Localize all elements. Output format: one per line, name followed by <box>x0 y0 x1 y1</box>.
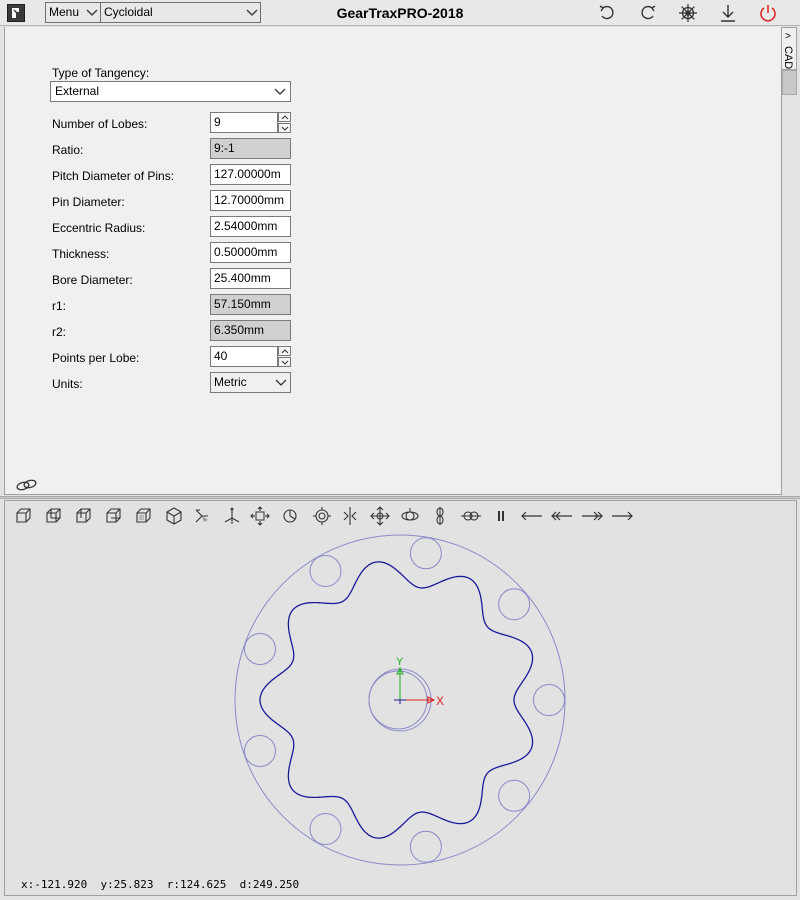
tangency-dropdown[interactable]: External <box>50 81 291 102</box>
link-icon[interactable] <box>460 506 481 526</box>
step-back-icon[interactable] <box>520 506 542 526</box>
points-per-lobe-stepper[interactable] <box>278 346 291 367</box>
cad-side-tab[interactable]: > CAD <box>782 27 797 70</box>
units-label: Units: <box>52 377 83 391</box>
stepper-up-icon[interactable] <box>278 346 291 356</box>
view-rotate-icon[interactable] <box>192 506 212 526</box>
step-forward-icon[interactable] <box>610 506 633 526</box>
pan-icon[interactable] <box>250 506 270 526</box>
mirror-icon[interactable] <box>340 506 360 526</box>
view-toolbar <box>14 506 644 528</box>
chevron-down-icon <box>274 88 286 95</box>
coord-y: y:25.823 <box>100 878 154 891</box>
r1-field: 57.150mm <box>210 294 291 315</box>
scrollbar-thumb[interactable] <box>782 70 797 95</box>
pin-circle <box>498 779 531 812</box>
r2-field: 6.350mm <box>210 320 291 341</box>
bore-diameter-input[interactable]: 25.400mm <box>210 268 291 289</box>
app-title: GearTraxPRO-2018 <box>336 5 464 21</box>
pin-circle <box>533 684 565 716</box>
menu-dropdown[interactable]: Menu <box>45 2 101 23</box>
r1-label: r1: <box>52 299 67 313</box>
spin-icon[interactable] <box>400 506 420 526</box>
pin-diameter-label: Pin Diameter: <box>52 195 125 209</box>
redo-icon[interactable] <box>638 3 658 23</box>
thickness-input[interactable]: 0.50000mm <box>210 242 291 263</box>
view-axes-icon[interactable] <box>222 506 242 526</box>
coordinate-readout: x:-121.920 y:25.823 r:124.625 d:249.250 <box>21 878 299 891</box>
orbit-icon[interactable] <box>312 506 332 526</box>
pin-circle <box>309 813 342 846</box>
view-right-icon[interactable] <box>104 506 124 526</box>
app-logo-icon[interactable] <box>7 4 25 22</box>
title-bar: Menu Cycloidal GearTraxPRO-2018 <box>0 0 800 26</box>
view-front-icon[interactable] <box>14 506 34 526</box>
eccentric-radius-input[interactable]: 2.54000mm <box>210 216 291 237</box>
tangency-value: External <box>55 84 100 98</box>
coord-r: r:124.625 <box>166 878 227 891</box>
menu-label: Menu <box>49 5 80 19</box>
lobes-input[interactable]: 9 <box>210 112 278 133</box>
pin-circle <box>498 588 531 621</box>
axis-triad: X Y <box>394 656 444 708</box>
pitch-diameter-label: Pitch Diameter of Pins: <box>52 169 175 183</box>
link-icon[interactable] <box>15 478 39 492</box>
power-icon[interactable] <box>758 3 778 23</box>
download-icon[interactable] <box>718 3 738 23</box>
units-dropdown[interactable]: Metric <box>210 372 291 393</box>
ratio-field: 9:-1 <box>210 138 291 159</box>
panel-splitter[interactable] <box>0 496 800 499</box>
pause-icon[interactable] <box>492 506 512 526</box>
chevron-down-icon <box>86 9 98 16</box>
ratio-label: Ratio: <box>52 143 84 157</box>
settings-icon[interactable] <box>678 3 698 23</box>
stepper-down-icon[interactable] <box>278 123 291 133</box>
move-icon[interactable] <box>370 506 390 526</box>
flip-icon[interactable] <box>430 506 450 526</box>
stepper-up-icon[interactable] <box>278 112 291 122</box>
points-per-lobe-input[interactable]: 40 <box>210 346 278 367</box>
bore-diameter-label: Bore Diameter: <box>52 273 133 287</box>
pin-circle <box>409 830 442 863</box>
coord-x: x:-121.920 <box>21 878 88 891</box>
lobes-label: Number of Lobes: <box>52 117 148 131</box>
pin-circle <box>309 554 342 587</box>
points-per-lobe-label: Points per Lobe: <box>52 351 140 365</box>
eccentric-radius-label: Eccentric Radius: <box>52 221 146 235</box>
units-value: Metric <box>214 375 247 389</box>
profile-type-dropdown[interactable]: Cycloidal <box>100 2 261 23</box>
chevron-down-icon <box>275 379 287 386</box>
coord-d: d:249.250 <box>239 878 300 891</box>
stepper-down-icon[interactable] <box>278 357 291 367</box>
x-axis-label: X <box>436 694 444 708</box>
lobes-stepper[interactable] <box>278 112 291 133</box>
undo-icon[interactable] <box>597 3 617 23</box>
view-left-icon[interactable] <box>74 506 94 526</box>
view-iso-icon[interactable] <box>164 506 184 526</box>
fast-forward-icon[interactable] <box>580 506 603 526</box>
y-axis-label: Y <box>396 656 404 668</box>
r2-label: r2: <box>52 325 67 339</box>
chevron-down-icon <box>246 9 258 16</box>
profile-type-value: Cycloidal <box>104 5 153 19</box>
pin-circle <box>409 537 442 570</box>
view-top-icon[interactable] <box>134 506 154 526</box>
thickness-label: Thickness: <box>52 247 110 261</box>
pin-circle <box>243 734 276 767</box>
rewind-icon[interactable] <box>550 506 572 526</box>
tangency-label: Type of Tangency: <box>52 66 150 80</box>
zoom-icon[interactable] <box>280 506 300 526</box>
cad-tab-label: CAD <box>782 46 794 70</box>
pin-diameter-input[interactable]: 12.70000mm <box>210 190 291 211</box>
view-back-icon[interactable] <box>44 506 64 526</box>
scrollbar-track[interactable] <box>782 70 797 495</box>
pin-circle <box>243 633 276 666</box>
pitch-diameter-input[interactable]: 127.00000m <box>210 164 291 185</box>
chevron-right-icon: > <box>785 31 791 42</box>
gear-drawing[interactable]: X Y <box>4 530 794 875</box>
